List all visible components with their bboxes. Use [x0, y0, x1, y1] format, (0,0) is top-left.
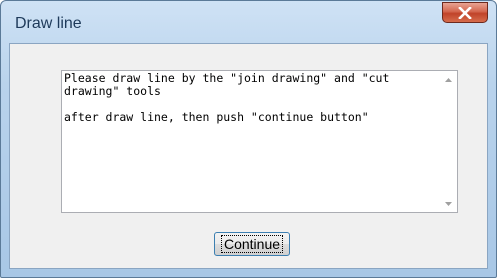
- scroll-down-arrow-icon: [445, 201, 452, 206]
- message-textbox[interactable]: Please draw line by the "join drawing" a…: [61, 70, 458, 213]
- close-button[interactable]: [442, 2, 488, 23]
- message-text: Please draw line by the "join drawing" a…: [64, 72, 434, 124]
- close-icon: [458, 6, 472, 19]
- message-line-2: after draw line, then push "continue but…: [64, 110, 369, 124]
- message-line-1: Please draw line by the "join drawing" a…: [64, 71, 397, 98]
- title-bar[interactable]: Draw line: [1, 1, 496, 43]
- vertical-scrollbar[interactable]: [440, 71, 457, 212]
- scroll-up-button[interactable]: [440, 71, 457, 88]
- continue-button[interactable]: Continue: [214, 232, 290, 256]
- scroll-up-arrow-icon: [445, 77, 452, 82]
- window-title: Draw line: [15, 15, 82, 32]
- scroll-down-button[interactable]: [440, 195, 457, 212]
- continue-button-label: Continue: [220, 235, 284, 253]
- dialog-window: Draw line Please draw line by the "join …: [0, 0, 497, 278]
- dialog-body: Please draw line by the "join drawing" a…: [9, 43, 488, 269]
